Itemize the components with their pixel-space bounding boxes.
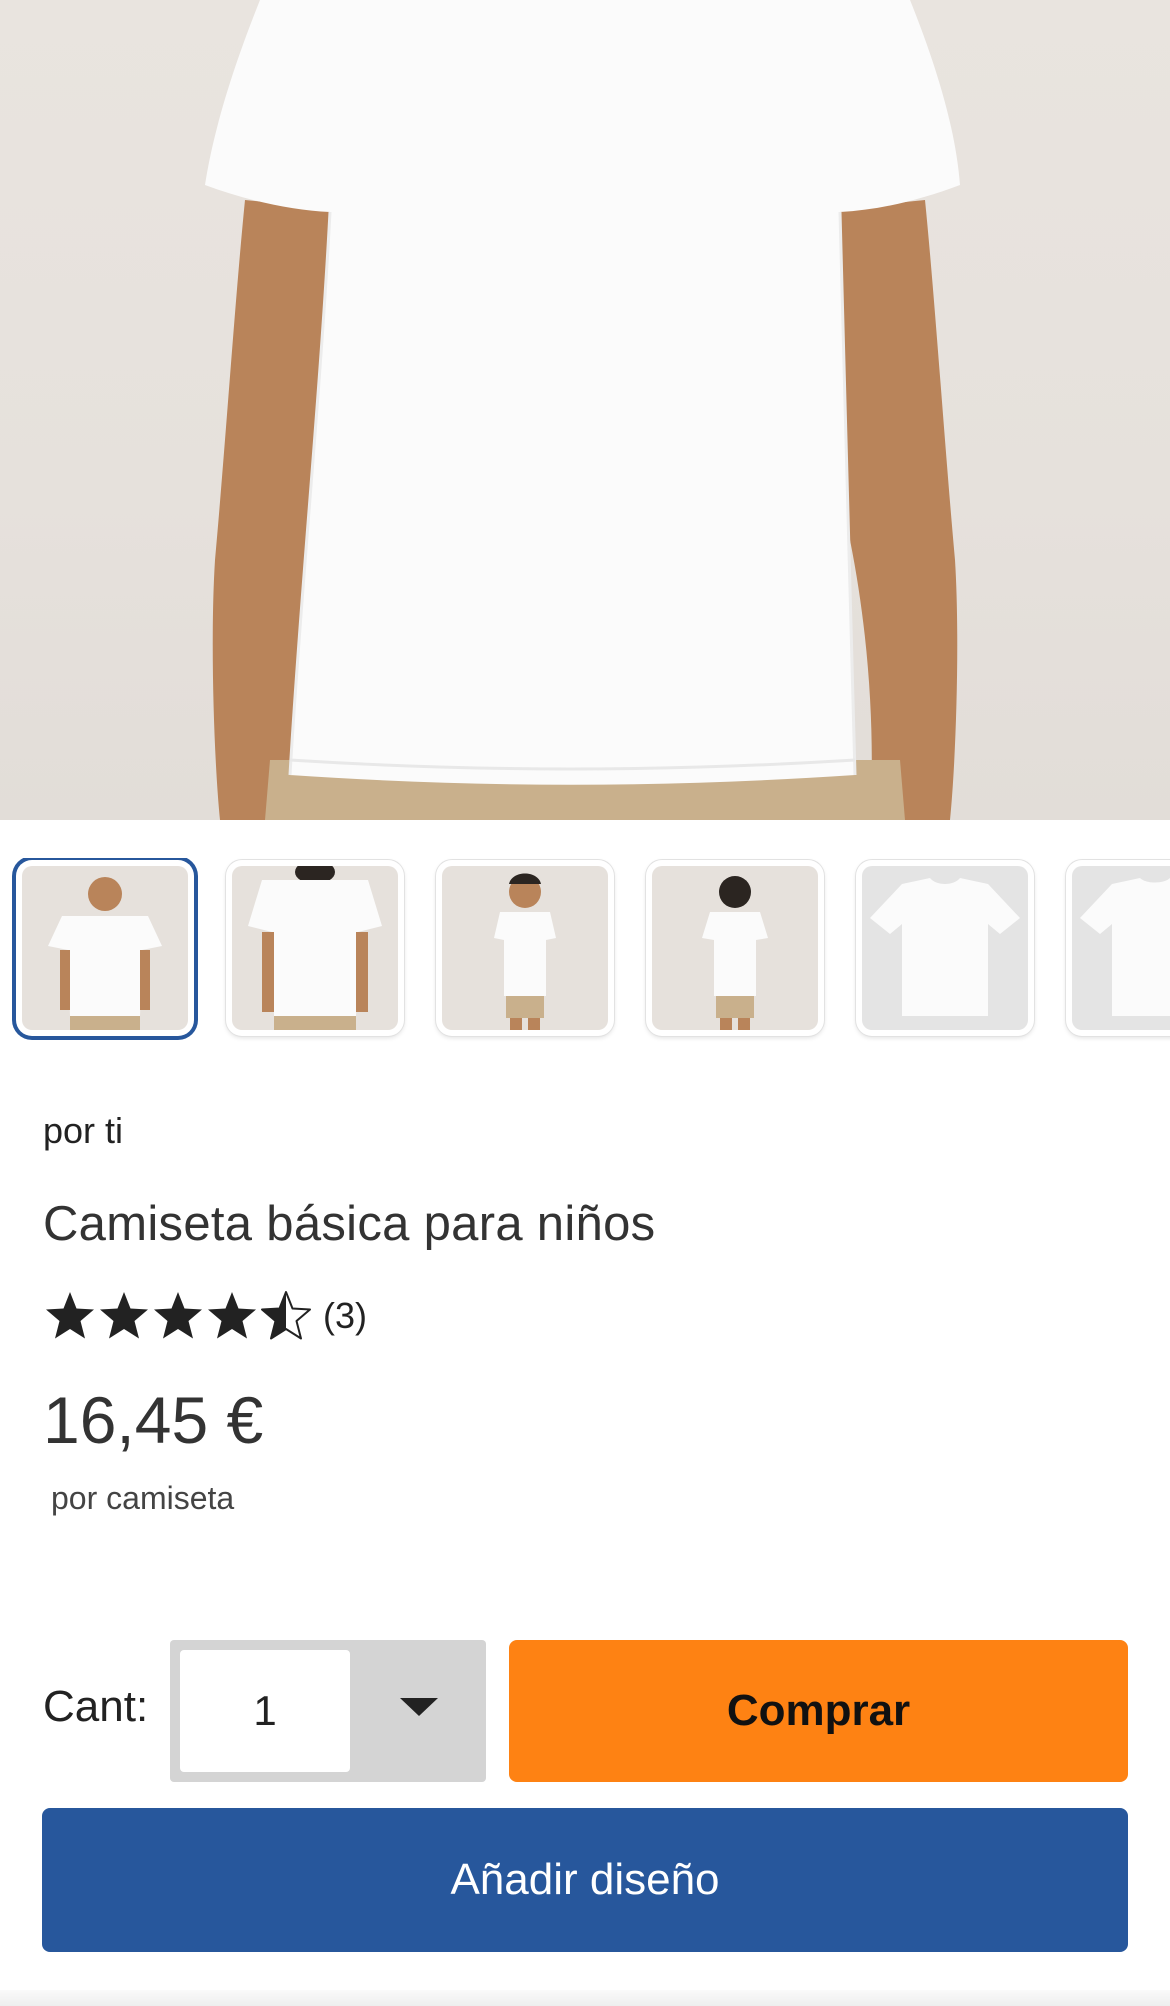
thumbnail-image — [1080, 878, 1170, 1016]
thumbnail-image — [702, 876, 768, 1030]
quantity-select[interactable]: 1 — [170, 1640, 486, 1782]
add-design-button[interactable]: Añadir diseño — [42, 1808, 1128, 1952]
product-title: Camiseta básica para niños — [43, 1197, 656, 1251]
product-rating[interactable]: (3) — [43, 1286, 367, 1346]
hero-tshirt-illustration — [205, 0, 960, 820]
price-unit: por camiseta — [51, 1480, 235, 1516]
product-page: por ti Camiseta básica para niños (3) 16… — [0, 0, 1170, 2006]
star-icon — [261, 1291, 311, 1340]
thumbnail-image — [494, 873, 556, 1030]
buy-button[interactable]: Comprar — [509, 1640, 1128, 1782]
star-icon — [154, 1292, 202, 1339]
chevron-down-icon[interactable] — [400, 1698, 438, 1716]
thumbnail-side-right[interactable] — [646, 860, 824, 1036]
star-icon — [100, 1292, 148, 1339]
quantity-label: Cant: — [43, 1682, 149, 1731]
rating-count[interactable]: (3) — [323, 1295, 367, 1337]
thumbnail-flat-front[interactable] — [856, 860, 1034, 1036]
thumbnail-front-smile[interactable] — [16, 860, 194, 1036]
rating-stars — [43, 1289, 313, 1343]
product-hero-image[interactable] — [0, 0, 1170, 820]
thumbnail-image — [48, 877, 162, 1030]
thumbnail-strip[interactable] — [0, 858, 1170, 1042]
star-icon — [46, 1292, 94, 1339]
thumbnail-side-left[interactable] — [436, 860, 614, 1036]
thumbnail-back[interactable] — [226, 860, 404, 1036]
thumbnail-flat-back[interactable] — [1066, 860, 1170, 1036]
product-brand[interactable]: por ti — [43, 1110, 123, 1152]
thumbnail-image — [248, 866, 382, 1030]
star-icon — [208, 1292, 256, 1339]
quantity-value[interactable]: 1 — [180, 1650, 350, 1772]
product-price: 16,45 € — [43, 1383, 264, 1457]
thumbnail-image — [870, 878, 1020, 1016]
bottom-divider — [0, 1990, 1170, 2006]
